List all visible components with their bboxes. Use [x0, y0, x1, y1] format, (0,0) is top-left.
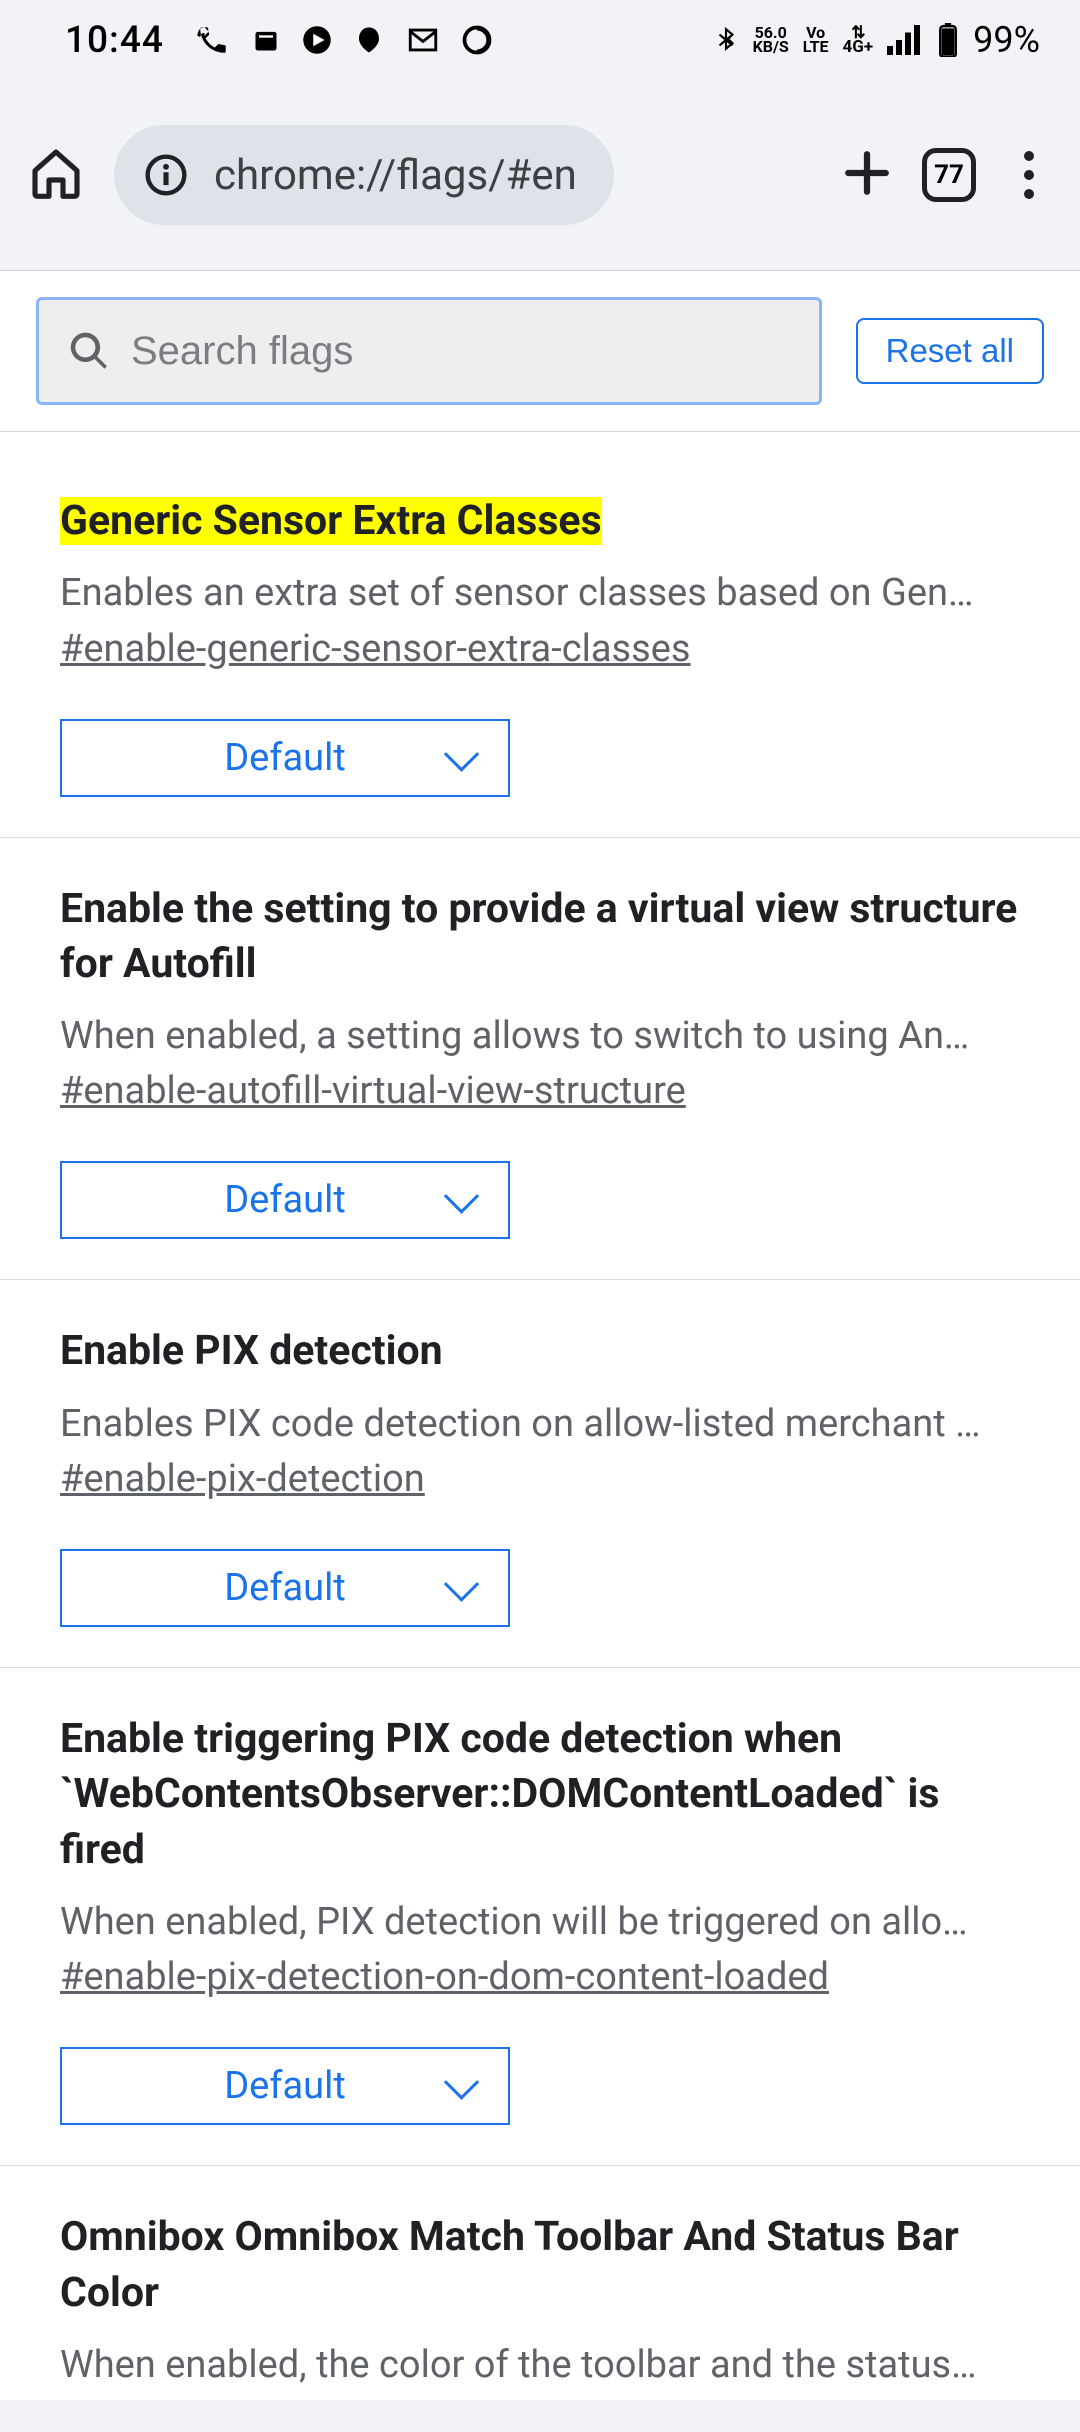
net-speed-unit: KB/S: [753, 40, 789, 54]
flag-value-select[interactable]: Default: [60, 1549, 510, 1627]
flag-value-select[interactable]: Default: [60, 1161, 510, 1239]
flags-list: Generic Sensor Extra Classes Enables an e…: [0, 432, 1080, 2432]
network-gen: ⇅ 4G+: [843, 26, 874, 55]
flag-title: Enable the setting to provide a virtual …: [60, 885, 1017, 988]
flag-value-label: Default: [224, 736, 346, 780]
search-icon: [67, 329, 111, 373]
calendar-icon: [252, 26, 280, 54]
play-icon: [302, 25, 332, 55]
flag-item: Enable the setting to provide a virtual …: [0, 838, 1080, 1281]
url-text: chrome://flags/#en: [214, 151, 577, 200]
signal-icon: [887, 25, 923, 55]
volte-indicator: Vo LTE: [803, 26, 829, 53]
flag-anchor-link[interactable]: #enable-pix-detection-on-dom-content-loa…: [60, 1955, 829, 1999]
leaf-icon: [354, 24, 384, 56]
page-info-icon: [144, 153, 188, 197]
flag-title: Omnibox Omnibox Match Toolbar And Status…: [60, 2213, 959, 2316]
home-button[interactable]: [28, 145, 84, 205]
missed-call-icon: [196, 23, 230, 57]
flag-value-label: Default: [224, 1566, 346, 1610]
battery-percentage: 99%: [973, 19, 1040, 61]
menu-button[interactable]: [1006, 143, 1052, 207]
flag-description: Enables PIX code detection on allow-list…: [60, 1398, 1020, 1451]
omnibox[interactable]: chrome://flags/#en: [114, 125, 614, 225]
gmail-icon: [406, 23, 440, 57]
network-speed: 56.0 KB/S: [753, 26, 789, 53]
flag-description: When enabled, a setting allows to switch…: [60, 1010, 1020, 1063]
status-left: 10:44: [65, 19, 492, 62]
status-bar: 10:44 56.0 KB/S Vo LTE: [0, 0, 1080, 80]
flag-title: Generic Sensor Extra Classes: [60, 497, 602, 545]
flag-title: Enable PIX detection: [60, 1327, 443, 1375]
swirl-icon: [462, 25, 492, 55]
bluetooth-icon: [713, 23, 739, 57]
flag-description: Enables an extra set of sensor classes b…: [60, 567, 1020, 620]
new-tab-button[interactable]: [842, 148, 892, 202]
flags-search-row: Reset all: [0, 271, 1080, 432]
flag-value-select[interactable]: Default: [60, 719, 510, 797]
flag-item: Omnibox Omnibox Match Toolbar And Status…: [0, 2166, 1080, 2432]
tab-switcher-button[interactable]: 77: [922, 148, 976, 202]
flag-anchor-link[interactable]: #enable-generic-sensor-extra-classes: [60, 627, 691, 671]
flag-anchor-link[interactable]: #enable-pix-detection: [60, 1457, 425, 1501]
flag-value-label: Default: [224, 2064, 346, 2108]
net-gen-label: 4G+: [843, 40, 874, 54]
search-flags-box[interactable]: [36, 297, 822, 405]
reset-all-button[interactable]: Reset all: [856, 318, 1044, 384]
status-right: 56.0 KB/S Vo LTE ⇅ 4G+ 99%: [713, 19, 1040, 61]
flag-value-select[interactable]: Default: [60, 2047, 510, 2125]
search-flags-input[interactable]: [131, 329, 791, 374]
flag-value-label: Default: [224, 1178, 346, 1222]
battery-icon: [937, 23, 959, 57]
page-content: Reset all Generic Sensor Extra Classes En…: [0, 270, 1080, 2400]
flag-description: When enabled, the color of the toolbar a…: [60, 2339, 1020, 2392]
flag-item: Enable PIX detection Enables PIX code det…: [0, 1280, 1080, 1668]
flag-item: Enable triggering PIX code detection whe…: [0, 1668, 1080, 2166]
flag-title: Enable triggering PIX code detection whe…: [60, 1715, 939, 1874]
flag-description: When enabled, PIX detection will be trig…: [60, 1896, 1020, 1949]
lte-label: LTE: [803, 40, 829, 54]
tab-count-value: 77: [934, 160, 964, 190]
status-time: 10:44: [65, 19, 164, 62]
flag-item: Generic Sensor Extra Classes Enables an e…: [0, 432, 1080, 838]
browser-toolbar: chrome://flags/#en 77: [0, 80, 1080, 270]
flag-anchor-link[interactable]: #enable-autofill-virtual-view-structure: [60, 1069, 686, 1113]
